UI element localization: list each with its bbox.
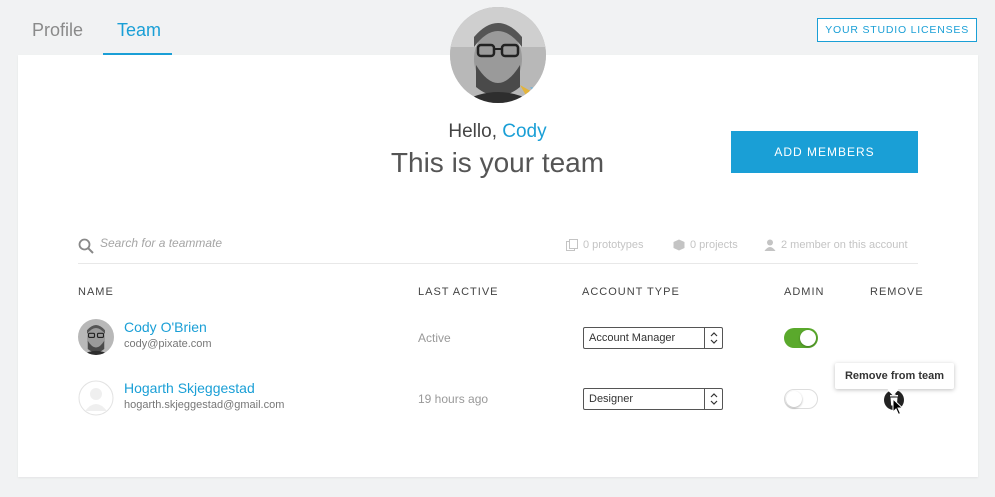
- prototypes-icon: [566, 239, 578, 251]
- member-name-link[interactable]: Hogarth Skjeggestad: [124, 380, 255, 396]
- toggle-knob: [800, 330, 816, 346]
- member-email: hogarth.skjeggestad@gmail.com: [124, 399, 285, 411]
- tab-profile[interactable]: Profile: [32, 20, 83, 41]
- member-name-link[interactable]: Cody O'Brien: [124, 319, 207, 335]
- column-header-admin: ADMIN: [784, 286, 825, 298]
- remove-tooltip: Remove from team: [835, 363, 954, 389]
- column-header-remove: REMOVE: [870, 286, 924, 298]
- chevron-up-down-icon: [704, 389, 722, 409]
- members-count: 2 member on this account: [781, 239, 908, 251]
- member-last-active: Active: [418, 331, 451, 345]
- projects-stat: 0 projects: [673, 239, 738, 251]
- greeting-text: Hello,: [448, 121, 497, 142]
- member-last-active: 19 hours ago: [418, 392, 489, 406]
- account-type-value: Designer: [589, 393, 634, 405]
- prototypes-stat: 0 prototypes: [566, 239, 644, 251]
- member-email: cody@pixate.com: [124, 338, 212, 350]
- column-header-account-type: ACCOUNT TYPE: [582, 286, 680, 298]
- search-icon: [78, 238, 94, 254]
- projects-icon: [673, 239, 685, 251]
- prototypes-count: 0 prototypes: [583, 239, 644, 251]
- greeting-user-name: Cody: [502, 121, 547, 142]
- column-header-name: NAME: [78, 286, 114, 298]
- admin-toggle[interactable]: [784, 389, 818, 409]
- toggle-knob: [786, 391, 802, 407]
- account-type-select[interactable]: Account Manager: [583, 327, 723, 349]
- chevron-up-down-icon: [704, 328, 722, 348]
- admin-toggle[interactable]: [784, 328, 818, 348]
- studio-licenses-button[interactable]: YOUR STUDIO LICENSES: [817, 18, 977, 42]
- user-avatar: [450, 7, 546, 103]
- members-stat: 2 member on this account: [764, 239, 908, 251]
- member-avatar-placeholder: [78, 380, 114, 416]
- tab-team[interactable]: Team: [117, 20, 161, 41]
- projects-count: 0 projects: [690, 239, 738, 251]
- column-header-last-active: LAST ACTIVE: [418, 286, 499, 298]
- member-avatar: [78, 319, 114, 355]
- account-type-value: Account Manager: [589, 332, 676, 344]
- search-bar: 0 prototypes 0 projects 2 member on this…: [78, 232, 918, 264]
- account-type-select[interactable]: Designer: [583, 388, 723, 410]
- mouse-pointer-icon: [892, 398, 904, 416]
- person-icon: [764, 239, 776, 251]
- search-input[interactable]: [100, 236, 400, 250]
- team-card: [18, 55, 978, 477]
- add-members-button[interactable]: ADD MEMBERS: [731, 131, 918, 173]
